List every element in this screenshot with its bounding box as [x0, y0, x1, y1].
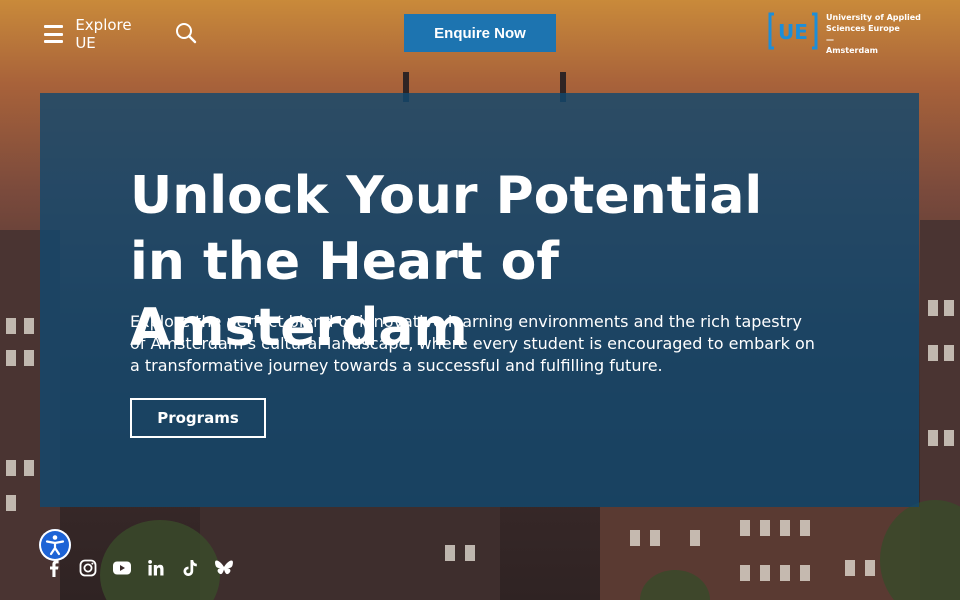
university-logo[interactable]: UE University of Applied Sciences Europe… — [768, 12, 928, 56]
logo-line-1: University of Applied — [826, 13, 921, 22]
programs-button[interactable]: Programs — [130, 398, 266, 438]
social-links — [44, 557, 234, 579]
logo-line-2: Sciences Europe — [826, 24, 900, 33]
youtube-link[interactable] — [112, 558, 132, 578]
facebook-link[interactable] — [44, 558, 64, 578]
bluesky-icon — [215, 560, 233, 575]
logo-text: University of Applied Sciences Europe — … — [826, 12, 921, 56]
bluesky-link[interactable] — [214, 558, 234, 578]
linkedin-icon — [148, 560, 164, 576]
enquire-now-button[interactable]: Enquire Now — [404, 14, 556, 52]
tiktok-icon — [183, 560, 197, 576]
instagram-icon — [79, 559, 97, 577]
search-icon — [176, 23, 197, 44]
facebook-icon — [50, 560, 59, 577]
tiktok-link[interactable] — [180, 558, 200, 578]
hero-card: Unlock Your Potential in the Heart of Am… — [40, 93, 919, 507]
linkedin-link[interactable] — [146, 558, 166, 578]
ue-logo-mark: UE — [768, 12, 818, 50]
page: Explore UE Enquire Now UE University of … — [0, 0, 960, 600]
site-header: Explore UE Enquire Now UE University of … — [0, 0, 960, 66]
svg-text:UE: UE — [778, 20, 808, 44]
logo-line-3: — — [826, 35, 834, 44]
hamburger-icon — [44, 25, 64, 43]
hero-description: Explore the perfect blend of innovative … — [130, 312, 815, 375]
accessibility-icon — [45, 535, 65, 556]
search-button[interactable] — [175, 22, 197, 44]
logo-line-4: Amsterdam — [826, 46, 878, 55]
explore-menu-button[interactable]: Explore UE — [44, 16, 154, 52]
instagram-link[interactable] — [78, 558, 98, 578]
explore-menu-label: Explore UE — [75, 16, 132, 52]
youtube-icon — [113, 561, 131, 575]
